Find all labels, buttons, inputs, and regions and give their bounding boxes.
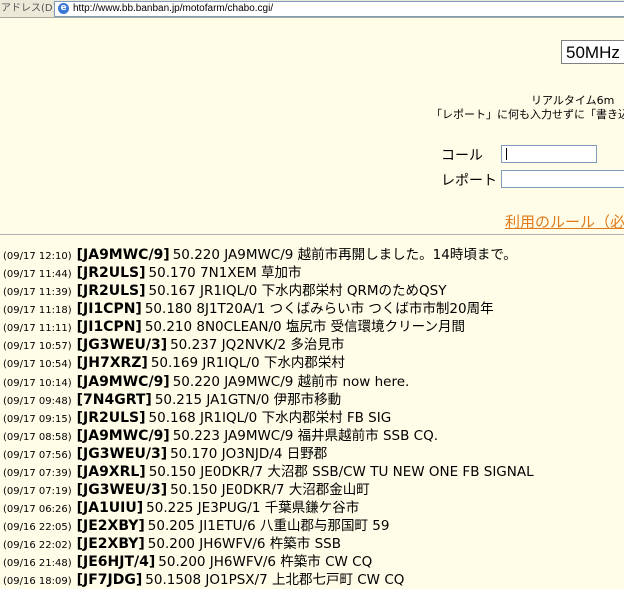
log-entry: (09/17 06:26) [JA1UIU] 50.225 JE3PUG/1 千葉県… xyxy=(3,499,624,517)
entry-timestamp: (09/17 12:10) xyxy=(3,251,72,262)
entry-message: 50.215 JA1GTN/0 伊那市移動 xyxy=(154,391,342,408)
entry-message: 50.169 JR1IQL/0 下水内郡栄村 xyxy=(150,355,345,372)
entry-message: 50.150 JE0DKR/7 大沼郡 SSB/CW TU NEW ONE FB… xyxy=(148,463,534,480)
entry-callsign: [JR2ULS] xyxy=(76,283,146,300)
entry-timestamp: (09/17 09:15) xyxy=(3,413,72,425)
entry-timestamp: (09/17 11:18) xyxy=(3,305,72,317)
info-instructions: 「レポート」に何も入力せずに「書き込 xyxy=(431,108,624,121)
log-entry: (09/16 21:48) [JE6HJT/4] 50.200 JH6WFV/6 杵… xyxy=(3,553,624,571)
entry-message: 50.170 JO3NJD/4 日野郡 xyxy=(170,445,328,462)
entry-callsign: [JG3WEU/3] xyxy=(76,445,168,462)
entry-message: 50.200 JH6WFV/6 杵築市 SSB xyxy=(147,536,341,553)
log-entry: (09/17 09:15) [JR2ULS] 50.168 JR1IQL/0 下水内… xyxy=(3,409,624,427)
entry-timestamp: (09/17 11:44) xyxy=(3,269,72,281)
entry-timestamp: (09/17 07:39) xyxy=(3,467,72,479)
entry-timestamp: (09/16 22:05) xyxy=(3,522,72,534)
page-icon: e xyxy=(58,3,69,14)
entry-message: 50.1508 JO1PSX/7 上北郡七戸町 CW CQ xyxy=(145,572,405,589)
entry-callsign: [JH7XRZ] xyxy=(76,355,148,372)
spot-log: (09/17 12:10) [JA9MWC/9] 50.220 JA9MWC/9 越… xyxy=(3,246,624,589)
entry-timestamp: (09/17 07:19) xyxy=(3,486,72,498)
entry-callsign: [JI1CPN] xyxy=(76,319,142,336)
entry-callsign: [JF7JDG] xyxy=(76,572,143,589)
entry-callsign: [JA9MWC/9] xyxy=(76,427,170,444)
log-entry: (09/17 07:56) [JG3WEU/3] 50.170 JO3NJD/4 日… xyxy=(3,445,624,463)
log-entry: (09/17 10:57) [JG3WEU/3] 50.237 JQ2NVK/2 多… xyxy=(3,336,624,354)
log-entry: (09/17 12:10) [JA9MWC/9] 50.220 JA9MWC/9 越… xyxy=(3,246,624,264)
call-label: コール xyxy=(441,148,483,164)
log-entry: (09/16 22:02) [JE2XBY] 50.200 JH6WFV/6 杵築市… xyxy=(3,535,624,553)
log-entry: (09/17 11:11) [JI1CPN] 50.210 8N0CLEAN/0 塩… xyxy=(3,318,624,336)
text-caret xyxy=(506,148,507,160)
entry-message: 50.220 JA9MWC/9 越前市再開しました。14時頃まで。 xyxy=(172,247,517,263)
log-entry: (09/17 10:14) [JA9MWC/9] 50.220 JA9MWC/9 越… xyxy=(3,373,624,391)
entry-message: 50.223 JA9MWC/9 福井県越前市 SSB CQ. xyxy=(172,427,438,444)
entry-callsign: [JG3WEU/3] xyxy=(76,337,168,354)
entry-callsign: [JA1UIU] xyxy=(76,500,144,517)
entry-timestamp: (09/17 10:57) xyxy=(3,341,72,353)
report-label: レポート xyxy=(441,173,497,189)
entry-message: 50.220 JA9MWC/9 越前市 now here. xyxy=(172,373,410,390)
entry-message: 50.180 8J1T20A/1 つくばみらい市 つくば市市制20周年 xyxy=(144,301,494,318)
log-entry: (09/17 10:54) [JH7XRZ] 50.169 JR1IQL/0 下水内… xyxy=(3,354,624,372)
log-entry: (09/17 07:19) [JG3WEU/3] 50.150 JE0DKR/7 大… xyxy=(3,481,624,499)
address-bar: アドレス(D) e http://www.bb.banban.jp/motofa… xyxy=(0,0,624,18)
log-entry: (09/17 08:58) [JA9MWC/9] 50.223 JA9MWC/9 福… xyxy=(3,427,624,445)
entry-callsign: [JG3WEU/3] xyxy=(76,482,168,499)
log-entry: (09/17 07:39) [JA9XRL] 50.150 JE0DKR/7 大沼郡… xyxy=(3,463,624,481)
divider xyxy=(0,234,624,235)
entry-message: 50.205 JI1ETU/6 八重山郡与那国町 59 xyxy=(147,518,390,535)
call-input[interactable] xyxy=(501,145,597,163)
url-field[interactable]: e http://www.bb.banban.jp/motofarm/chabo… xyxy=(54,1,624,17)
entry-callsign: [JE6HJT/4] xyxy=(76,554,156,571)
entry-callsign: [JI1CPN] xyxy=(76,301,142,318)
entry-message: 50.225 JE3PUG/1 千葉県鎌ケ谷市 xyxy=(146,500,360,517)
log-entry: (09/17 11:44) [JR2ULS] 50.170 7N1XEM 草加市 xyxy=(3,264,624,282)
entry-timestamp: (09/17 08:58) xyxy=(3,431,72,443)
entry-callsign: [JR2ULS] xyxy=(76,265,146,282)
entry-timestamp: (09/17 10:54) xyxy=(3,359,72,371)
entry-message: 50.210 8N0CLEAN/0 塩尻市 受信環境クリーン月間 xyxy=(144,319,466,336)
entry-timestamp: (09/17 10:14) xyxy=(3,377,72,389)
entry-timestamp: (09/16 21:48) xyxy=(3,558,72,570)
entry-timestamp: (09/17 07:56) xyxy=(3,449,72,461)
entry-timestamp: (09/16 18:09) xyxy=(3,576,72,588)
entry-callsign: [JA9MWC/9] xyxy=(76,373,170,390)
rules-link[interactable]: 利用のルール（必 xyxy=(505,211,624,232)
entry-callsign: [JR2ULS] xyxy=(76,409,146,426)
entry-callsign: [JE2XBY] xyxy=(76,518,145,535)
log-entry: (09/17 11:18) [JI1CPN] 50.180 8J1T20A/1 つく… xyxy=(3,300,624,318)
log-entry: (09/16 18:09) [JF7JDG] 50.1508 JO1PSX/7 上北… xyxy=(3,571,624,589)
entry-timestamp: (09/17 11:39) xyxy=(3,287,72,299)
address-label: アドレス(D) xyxy=(1,3,57,14)
entry-callsign: [JA9MWC/9] xyxy=(76,247,170,263)
log-entry: (09/16 22:05) [JE2XBY] 50.205 JI1ETU/6 八重山… xyxy=(3,517,624,535)
entry-callsign: [JA9XRL] xyxy=(76,463,146,480)
entry-message: 50.167 JR1IQL/0 下水内郡栄村 QRMのためQSY xyxy=(148,283,447,300)
entry-message: 50.237 JQ2NVK/2 多治見市 xyxy=(170,337,345,354)
entry-message: 50.170 7N1XEM 草加市 xyxy=(148,265,302,282)
entry-callsign: [JE2XBY] xyxy=(76,536,145,553)
entry-message: 50.150 JE0DKR/7 大沼郡金山町 xyxy=(170,482,370,499)
band-select[interactable]: 50MHz xyxy=(561,40,624,64)
entry-message: 50.200 JH6WFV/6 杵築市 CW CQ xyxy=(158,554,373,571)
entry-timestamp: (09/16 22:02) xyxy=(3,540,72,552)
entry-callsign: [7N4GRT] xyxy=(76,391,152,408)
report-input[interactable] xyxy=(501,170,624,188)
url-text: http://www.bb.banban.jp/motofarm/chabo.c… xyxy=(73,3,274,14)
entry-message: 50.168 JR1IQL/0 下水内郡栄村 FB SIG xyxy=(148,409,392,426)
entry-timestamp: (09/17 11:11) xyxy=(3,323,72,335)
log-entry: (09/17 11:39) [JR2ULS] 50.167 JR1IQL/0 下水内… xyxy=(3,282,624,300)
entry-timestamp: (09/17 09:48) xyxy=(3,395,72,407)
log-entry: (09/17 09:48) [7N4GRT] 50.215 JA1GTN/0 伊那市… xyxy=(3,391,624,409)
entry-timestamp: (09/17 06:26) xyxy=(3,504,72,516)
